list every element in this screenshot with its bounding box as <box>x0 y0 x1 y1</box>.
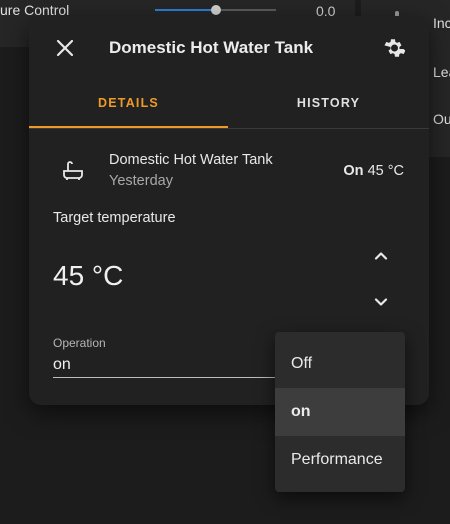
tab-details[interactable]: DETAILS <box>29 96 228 110</box>
slider-fill <box>155 9 216 11</box>
menu-item-performance[interactable]: Performance <box>275 436 405 484</box>
sensor-label: Ou <box>433 111 450 127</box>
entity-state: On 45 °C <box>343 163 404 179</box>
water-heater-icon <box>63 161 83 180</box>
chevron-down-icon[interactable] <box>371 292 391 312</box>
sensor-label: Lea <box>433 64 450 80</box>
dialog-title: Domestic Hot Water Tank <box>109 38 314 57</box>
tab-divider <box>29 128 429 129</box>
target-temperature-value: 45 °C <box>53 260 124 291</box>
menu-item-on[interactable]: on <box>275 388 405 436</box>
close-icon[interactable] <box>55 38 75 58</box>
sensor-label: Inc <box>433 15 450 31</box>
operation-label: Operation <box>53 336 106 350</box>
menu-item-off[interactable]: Off <box>275 340 405 388</box>
chevron-up-icon[interactable] <box>371 246 391 266</box>
entity-last-changed[interactable]: Yesterday <box>109 173 173 189</box>
target-temperature-label: Target temperature <box>53 210 176 226</box>
gear-icon[interactable] <box>381 36 405 60</box>
entity-name: Domestic Hot Water Tank <box>109 152 273 168</box>
entity-current-temp: 45 °C <box>367 163 404 179</box>
tab-history[interactable]: HISTORY <box>228 96 429 110</box>
slider-thumb[interactable] <box>211 5 221 15</box>
entity-state-mode: On <box>343 163 364 179</box>
operation-dropdown-menu: Off on Performance <box>275 332 405 492</box>
operation-select[interactable]: on <box>53 356 71 374</box>
